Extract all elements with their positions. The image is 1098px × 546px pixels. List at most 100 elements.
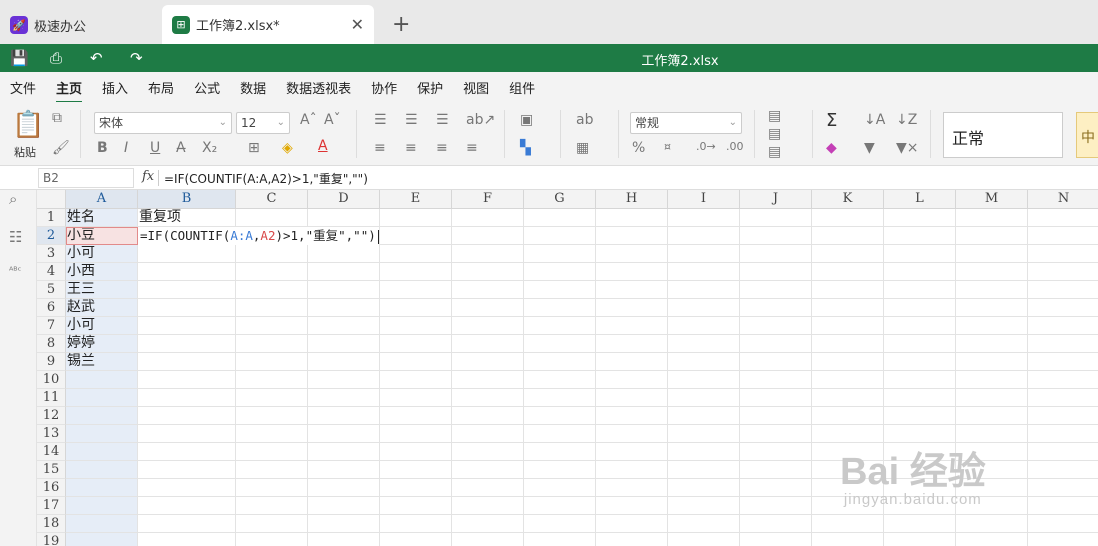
cell-g10[interactable] bbox=[524, 371, 596, 389]
cell-l2[interactable] bbox=[884, 227, 956, 245]
cell-m2[interactable] bbox=[956, 227, 1028, 245]
cell-e16[interactable] bbox=[380, 479, 452, 497]
cell-f7[interactable] bbox=[452, 317, 524, 335]
cell-m7[interactable] bbox=[956, 317, 1028, 335]
close-icon[interactable]: ✕ bbox=[351, 15, 364, 34]
cell-a3[interactable]: 小可 bbox=[66, 245, 138, 263]
cell-d9[interactable] bbox=[308, 353, 380, 371]
cell-m5[interactable] bbox=[956, 281, 1028, 299]
cell-h12[interactable] bbox=[596, 407, 668, 425]
cell-m6[interactable] bbox=[956, 299, 1028, 317]
insert-cells-icon[interactable]: ▤ bbox=[768, 108, 781, 124]
cell-e3[interactable] bbox=[380, 245, 452, 263]
cell-m11[interactable] bbox=[956, 389, 1028, 407]
cell-i14[interactable] bbox=[668, 443, 740, 461]
cell-a6[interactable]: 赵武 bbox=[66, 299, 138, 317]
cell-n17[interactable] bbox=[1028, 497, 1098, 515]
cell-j11[interactable] bbox=[740, 389, 812, 407]
row-header-17[interactable]: 17 bbox=[37, 497, 66, 515]
cell-m1[interactable] bbox=[956, 209, 1028, 227]
cell-d4[interactable] bbox=[308, 263, 380, 281]
row-header-18[interactable]: 18 bbox=[37, 515, 66, 533]
cell-h18[interactable] bbox=[596, 515, 668, 533]
cell-c13[interactable] bbox=[236, 425, 308, 443]
column-header-m[interactable]: M bbox=[956, 190, 1028, 209]
cell-l10[interactable] bbox=[884, 371, 956, 389]
sort-desc-icon[interactable]: ↓Z bbox=[896, 112, 917, 128]
cell-b7[interactable] bbox=[138, 317, 236, 335]
cell-f12[interactable] bbox=[452, 407, 524, 425]
cell-g18[interactable] bbox=[524, 515, 596, 533]
cell-l3[interactable] bbox=[884, 245, 956, 263]
cell-j16[interactable] bbox=[740, 479, 812, 497]
cell-n10[interactable] bbox=[1028, 371, 1098, 389]
cell-style-medium[interactable]: 中 bbox=[1076, 112, 1098, 158]
cell-i8[interactable] bbox=[668, 335, 740, 353]
cell-b12[interactable] bbox=[138, 407, 236, 425]
cell-k3[interactable] bbox=[812, 245, 884, 263]
cell-l19[interactable] bbox=[884, 533, 956, 546]
menu-layout[interactable]: 布局 bbox=[148, 78, 174, 97]
cell-g2[interactable] bbox=[524, 227, 596, 245]
cell-j6[interactable] bbox=[740, 299, 812, 317]
cell-n9[interactable] bbox=[1028, 353, 1098, 371]
wrap-text-icon[interactable]: ab bbox=[576, 112, 593, 128]
cell-g14[interactable] bbox=[524, 443, 596, 461]
cell-g3[interactable] bbox=[524, 245, 596, 263]
cell-m12[interactable] bbox=[956, 407, 1028, 425]
cell-n3[interactable] bbox=[1028, 245, 1098, 263]
cell-l9[interactable] bbox=[884, 353, 956, 371]
cell-m18[interactable] bbox=[956, 515, 1028, 533]
cell-n8[interactable] bbox=[1028, 335, 1098, 353]
column-header-f[interactable]: F bbox=[452, 190, 524, 209]
row-header-16[interactable]: 16 bbox=[37, 479, 66, 497]
clear-icon[interactable]: ◆ bbox=[826, 140, 837, 156]
formula-input[interactable]: =IF(COUNTIF(A:A,A2)>1,"重复","") bbox=[164, 170, 368, 187]
cell-f6[interactable] bbox=[452, 299, 524, 317]
cell-j7[interactable] bbox=[740, 317, 812, 335]
cell-l11[interactable] bbox=[884, 389, 956, 407]
cell-l6[interactable] bbox=[884, 299, 956, 317]
table-format-icon[interactable]: ▦ bbox=[576, 140, 589, 156]
cell-h19[interactable] bbox=[596, 533, 668, 546]
cell-d3[interactable] bbox=[308, 245, 380, 263]
cell-d14[interactable] bbox=[308, 443, 380, 461]
cell-h8[interactable] bbox=[596, 335, 668, 353]
cell-i3[interactable] bbox=[668, 245, 740, 263]
format-painter-icon[interactable]: 🖌 bbox=[52, 140, 70, 156]
cell-i16[interactable] bbox=[668, 479, 740, 497]
search-icon[interactable]: ⌕ bbox=[9, 190, 17, 208]
cell-f13[interactable] bbox=[452, 425, 524, 443]
cell-k19[interactable] bbox=[812, 533, 884, 546]
cell-f14[interactable] bbox=[452, 443, 524, 461]
cell-n7[interactable] bbox=[1028, 317, 1098, 335]
cell-c18[interactable] bbox=[236, 515, 308, 533]
tab-workbook[interactable]: ⊞ 工作簿2.xlsx* ✕ bbox=[162, 5, 374, 44]
cell-b13[interactable] bbox=[138, 425, 236, 443]
column-header-e[interactable]: E bbox=[380, 190, 452, 209]
column-header-k[interactable]: K bbox=[812, 190, 884, 209]
cell-a8[interactable]: 婷婷 bbox=[66, 335, 138, 353]
cell-b19[interactable] bbox=[138, 533, 236, 546]
cell-h6[interactable] bbox=[596, 299, 668, 317]
cell-a18[interactable] bbox=[66, 515, 138, 533]
decrease-decimal-icon[interactable]: .00 bbox=[726, 140, 744, 153]
cell-f10[interactable] bbox=[452, 371, 524, 389]
cell-c15[interactable] bbox=[236, 461, 308, 479]
cell-n11[interactable] bbox=[1028, 389, 1098, 407]
clear-filter-icon[interactable]: ▼× bbox=[896, 140, 919, 156]
cell-m3[interactable] bbox=[956, 245, 1028, 263]
cell-k5[interactable] bbox=[812, 281, 884, 299]
column-header-c[interactable]: C bbox=[236, 190, 308, 209]
cell-n16[interactable] bbox=[1028, 479, 1098, 497]
row-header-7[interactable]: 7 bbox=[37, 317, 66, 335]
cell-k2[interactable] bbox=[812, 227, 884, 245]
column-header-g[interactable]: G bbox=[524, 190, 596, 209]
cell-g16[interactable] bbox=[524, 479, 596, 497]
cell-b14[interactable] bbox=[138, 443, 236, 461]
align-top-icon[interactable]: ☰ bbox=[374, 112, 387, 128]
cell-b17[interactable] bbox=[138, 497, 236, 515]
cell-a4[interactable]: 小西 bbox=[66, 263, 138, 281]
cell-f8[interactable] bbox=[452, 335, 524, 353]
border-icon[interactable]: ⊞ bbox=[248, 140, 260, 156]
